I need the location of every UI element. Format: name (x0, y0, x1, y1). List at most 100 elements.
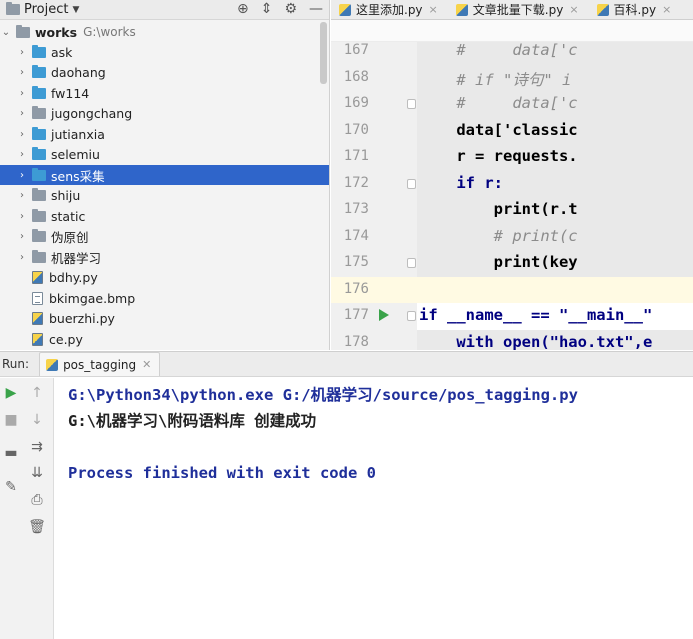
rerun-icon[interactable]: ▶ (2, 384, 20, 402)
tree-folder-item[interactable]: › 伪原创 (0, 227, 329, 247)
tree-folder-item[interactable]: › jugongchang (0, 104, 329, 124)
chevron-right-icon[interactable]: › (16, 231, 28, 242)
code-text: # print(c (419, 226, 578, 245)
soft-wrap-icon[interactable]: ⇉ (28, 438, 46, 456)
collapse-all-icon[interactable]: ⇕ (261, 1, 273, 17)
chevron-down-icon[interactable]: ▼ (72, 5, 79, 15)
tree-folder-item[interactable]: › selemiu (0, 145, 329, 165)
python-file-icon (32, 332, 43, 346)
locate-icon[interactable]: ⊕ (237, 1, 249, 17)
tree-root-works[interactable]: ⌄ works G:\works (0, 22, 329, 42)
fold-marker-icon[interactable] (407, 311, 416, 321)
run-tab-label: pos_tagging (63, 357, 137, 372)
arrow-down-icon[interactable]: ↓ (28, 411, 46, 429)
tree-item-label: sens采集 (51, 168, 105, 184)
project-panel: Project ▼ ⊕ ⇕ ⚙ — ⌄ works G:\works › ask ›… (0, 0, 330, 350)
editor-tab[interactable]: 这里添加.py × (331, 0, 448, 19)
console-line-exit: Process finished with exit code 0 (68, 464, 376, 482)
code-editor[interactable]: 167 # data['c 168 # if "诗句" i 169 # data['… (331, 42, 693, 350)
python-file-icon (32, 271, 43, 284)
tree-folder-item[interactable]: › ask (0, 42, 329, 62)
run-console[interactable]: G:\Python34\python.exe G:/机器学习/source/po… (55, 378, 693, 639)
fold-marker-icon[interactable] (407, 178, 416, 189)
tree-item-label: buerzhi.py (49, 311, 115, 326)
chevron-right-icon[interactable]: › (16, 149, 28, 160)
tree-file-item[interactable]: bkimgae.bmp (0, 288, 329, 308)
tree-file-item[interactable]: ce.py (0, 329, 329, 349)
chevron-right-icon[interactable]: › (16, 67, 28, 78)
chevron-right-icon[interactable]: › (16, 88, 28, 99)
tree-item-label: jugongchang (51, 106, 133, 121)
arrow-up-icon[interactable]: ↑ (28, 384, 46, 402)
line-number: 167 (343, 42, 369, 58)
chevron-right-icon[interactable]: › (16, 170, 28, 181)
chevron-right-icon[interactable]: › (16, 129, 28, 140)
line-number: 171 (343, 148, 369, 164)
tree-item-label: bdhy.py (49, 270, 98, 285)
code-line: 178 with open("hao.txt",e (331, 329, 693, 350)
folder-icon (32, 188, 46, 201)
editor-tab[interactable]: 文章批量下载.py × (448, 0, 589, 19)
tree-file-item[interactable]: buerzhi.py (0, 309, 329, 329)
editor-tab[interactable]: 百科.py × (589, 0, 682, 19)
tree-item-label: bkimgae.bmp (49, 290, 136, 306)
code-text: r = requests. (419, 147, 578, 165)
folder-icon (32, 106, 46, 119)
console-line-output: G:\机器学习\附码语料库 创建成功 (68, 412, 317, 430)
chevron-down-icon[interactable]: ⌄ (0, 27, 12, 38)
project-scrollbar[interactable] (320, 22, 327, 84)
code-line: 171 r = requests. (331, 144, 693, 171)
folder-icon (16, 24, 30, 38)
tree-item-label: static (51, 208, 86, 224)
code-text: if __name__ == "__main__" (419, 306, 653, 324)
chevron-right-icon[interactable]: › (16, 47, 28, 58)
layout-icon[interactable]: ▬ (2, 444, 20, 462)
stop-icon[interactable]: ■ (2, 411, 20, 429)
project-panel-header: Project ▼ ⊕ ⇕ ⚙ — (0, 0, 329, 20)
close-icon[interactable]: ✕ (142, 358, 151, 371)
tree-item-label: 机器学习 (51, 250, 102, 266)
close-icon[interactable]: × (429, 3, 438, 16)
trash-icon[interactable]: 🗑 (28, 518, 46, 536)
line-number: 175 (343, 254, 369, 270)
python-file-icon (46, 358, 59, 371)
scroll-to-end-icon[interactable]: ⇊ (28, 464, 46, 482)
minimize-icon[interactable]: — (309, 1, 323, 17)
run-gutter-icon[interactable] (379, 309, 389, 321)
tree-folder-item[interactable]: › 机器学习 (0, 247, 329, 267)
close-icon[interactable]: × (662, 3, 671, 16)
close-icon[interactable]: × (569, 3, 578, 16)
tree-folder-item[interactable]: › jutianxia (0, 124, 329, 144)
fold-marker-icon[interactable] (407, 258, 416, 268)
tree-file-item[interactable]: bdhy.py (0, 268, 329, 288)
tree-folder-item[interactable]: › daohang (0, 63, 329, 83)
editor-tab-label: 这里添加.py (356, 3, 423, 17)
project-folder-icon (6, 2, 20, 15)
tree-item-label: selemiu (51, 147, 100, 162)
run-label: Run: (2, 357, 30, 371)
code-line: 167 # data['c (331, 42, 693, 65)
fold-marker-icon[interactable] (407, 99, 416, 109)
chevron-right-icon[interactable]: › (16, 108, 28, 119)
editor-breadcrumb-bar (331, 20, 693, 42)
line-number: 177 (343, 307, 369, 323)
run-tab-pos-tagging[interactable]: pos_tagging ✕ (39, 352, 161, 376)
print-icon[interactable]: ⎙ (28, 491, 46, 509)
chevron-right-icon[interactable]: › (16, 190, 28, 201)
code-line: 176 (331, 276, 693, 303)
pin-icon[interactable]: ✎ (2, 478, 20, 496)
tree-folder-item[interactable]: › shiju (0, 186, 329, 206)
folder-icon (32, 229, 46, 242)
tree-folder-item[interactable]: › fw114 (0, 83, 329, 103)
chevron-right-icon[interactable]: › (16, 211, 28, 222)
code-line: 174 # print(c (331, 223, 693, 250)
tree-folder-item[interactable]: › sens采集 (0, 165, 329, 185)
tree-folder-item[interactable]: › static (0, 206, 329, 226)
project-panel-title[interactable]: Project (24, 2, 68, 17)
tree-item-label: ask (51, 44, 73, 60)
python-file-icon (32, 312, 43, 325)
gear-icon[interactable]: ⚙ (284, 1, 297, 17)
console-line-command: G:\Python34\python.exe G:/机器学习/source/po… (68, 386, 578, 404)
chevron-right-icon[interactable]: › (16, 252, 28, 263)
